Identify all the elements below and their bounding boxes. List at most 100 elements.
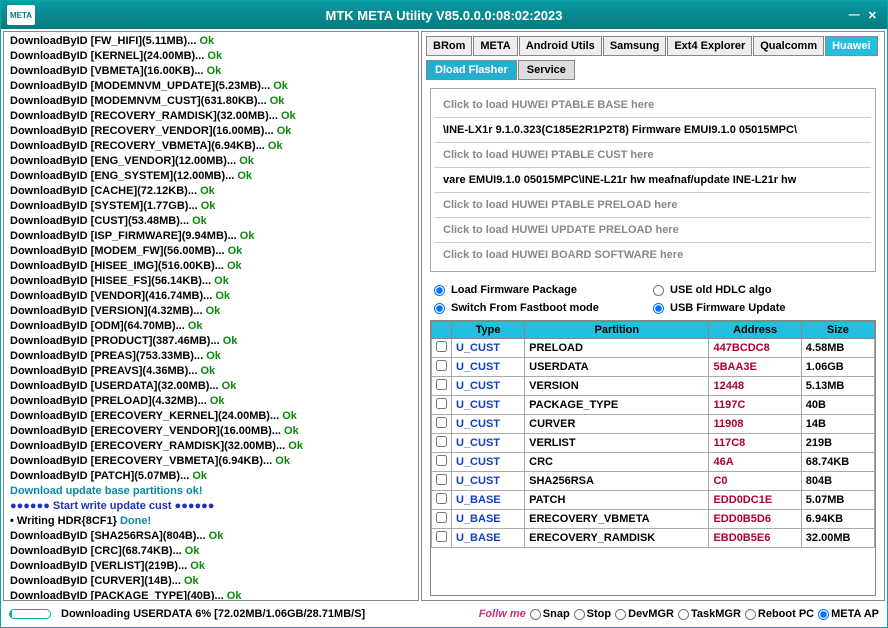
close-icon[interactable]: ✕ [868, 9, 877, 22]
footer-radio-devmgr[interactable]: DevMGR [615, 608, 674, 620]
tab-samsung[interactable]: Samsung [603, 36, 667, 56]
radio-usb-fw[interactable]: USB Firmware Update [653, 302, 872, 314]
cell-partition: SHA256RSA [525, 472, 709, 491]
log-line: DownloadByID [USERDATA](32.00MB)... Ok [10, 379, 412, 394]
log-panel[interactable]: DownloadByID [FW_HIFI](5.11MB)... OkDown… [3, 31, 419, 601]
row-checkbox[interactable] [436, 474, 447, 485]
log-line: DownloadByID [ISP_FIRMWARE](9.94MB)... O… [10, 229, 412, 244]
log-line: DownloadByID [VERLIST](219B)... Ok [10, 559, 412, 574]
table-row[interactable]: U_CUSTUSERDATA5BAA3E1.06GB [432, 358, 875, 377]
footer-radio-snap[interactable]: Snap [530, 608, 570, 620]
minimize-icon[interactable]: — [849, 9, 860, 22]
log-line: DownloadByID [VBMETA](16.00KB)... Ok [10, 64, 412, 79]
cell-partition: VERLIST [525, 434, 709, 453]
cell-size: 219B [801, 434, 874, 453]
radio-load-fw[interactable]: Load Firmware Package [434, 284, 653, 296]
cell-address: EDD0DC1E [709, 491, 801, 510]
tab-ext4-explorer[interactable]: Ext4 Explorer [667, 36, 752, 56]
row-checkbox[interactable] [436, 379, 447, 390]
col-check[interactable] [432, 322, 452, 339]
footer-radio-taskmgr[interactable]: TaskMGR [678, 608, 741, 620]
load-row[interactable]: \INE-LX1r 9.1.0.323(C185E2R1P2T8) Firmwa… [435, 117, 871, 142]
log-line: DownloadByID [ERECOVERY_RAMDISK](32.00MB… [10, 439, 412, 454]
table-row[interactable]: U_CUSTCURVER1190814B [432, 415, 875, 434]
load-panel: Click to load HUWEI PTABLE BASE here\INE… [430, 88, 876, 272]
tab-qualcomm[interactable]: Qualcomm [753, 36, 824, 56]
options-radios: Load Firmware Package USE old HDLC algo … [422, 276, 884, 318]
row-checkbox[interactable] [436, 455, 447, 466]
log-line: DownloadByID [MODEMNVM_UPDATE](5.23MB)..… [10, 79, 412, 94]
table-header: TypePartitionAddressSize [432, 322, 875, 339]
load-row[interactable]: Click to load HUWEI PTABLE PRELOAD here [435, 192, 871, 217]
cell-address: EDD0B5D6 [709, 510, 801, 529]
cell-address: 117C8 [709, 434, 801, 453]
subtab-dload-flasher[interactable]: Dload Flasher [426, 60, 517, 80]
load-row[interactable]: Click to load HUWEI BOARD SOFTWARE here [435, 242, 871, 267]
cell-type: U_CUST [452, 377, 525, 396]
table-row[interactable]: U_CUSTVERLIST117C8219B [432, 434, 875, 453]
tab-android-utils[interactable]: Android Utils [519, 36, 602, 56]
table-row[interactable]: U_CUSTPRELOAD447BCDC84.58MB [432, 339, 875, 358]
radio-switch-fb[interactable]: Switch From Fastboot mode [434, 302, 653, 314]
load-row[interactable]: Click to load HUWEI PTABLE BASE here [435, 93, 871, 117]
log-line: DownloadByID [ERECOVERY_VENDOR](16.00MB)… [10, 424, 412, 439]
row-checkbox[interactable] [436, 493, 447, 504]
cell-size: 68.74KB [801, 453, 874, 472]
log-line: DownloadByID [ODM](64.70MB)... Ok [10, 319, 412, 334]
log-line: DownloadByID [CUST](53.48MB)... Ok [10, 214, 412, 229]
col-Type[interactable]: Type [452, 322, 525, 339]
log-line: DownloadByID [SHA256RSA](804B)... Ok [10, 529, 412, 544]
log-line: DownloadByID [RECOVERY_VENDOR](16.00MB).… [10, 124, 412, 139]
table-row[interactable]: U_CUSTSHA256RSAC0804B [432, 472, 875, 491]
log-line: DownloadByID [PACKAGE_TYPE](40B)... Ok [10, 589, 412, 601]
row-checkbox[interactable] [436, 360, 447, 371]
status-text: Downloading USERDATA 6% [72.02MB/1.06GB/… [61, 608, 365, 620]
log-line: DownloadByID [PREAS](753.33MB)... Ok [10, 349, 412, 364]
row-checkbox[interactable] [436, 417, 447, 428]
tab-meta[interactable]: META [473, 36, 517, 56]
load-row[interactable]: vare EMUI9.1.0 05015MPC\INE-L21r hw meaf… [435, 167, 871, 192]
row-checkbox[interactable] [436, 531, 447, 542]
footer-radio-meta-ap[interactable]: META AP [818, 608, 879, 620]
footer-radio-stop[interactable]: Stop [574, 608, 611, 620]
tab-brom[interactable]: BRom [426, 36, 472, 56]
tab-huawei[interactable]: Huawei [825, 36, 878, 56]
sub-tabs: Dload FlasherService [422, 56, 884, 84]
row-checkbox[interactable] [436, 512, 447, 523]
cell-partition: CRC [525, 453, 709, 472]
follow-me-link[interactable]: Follw me [479, 608, 526, 620]
col-Size[interactable]: Size [801, 322, 874, 339]
row-checkbox[interactable] [436, 436, 447, 447]
app-logo-icon: META [7, 5, 35, 25]
table-row[interactable]: U_BASEERECOVERY_VBMETAEDD0B5D66.94KB [432, 510, 875, 529]
radio-use-hdlc[interactable]: USE old HDLC algo [653, 284, 872, 296]
log-line: DownloadByID [HISEE_IMG](516.00KB)... Ok [10, 259, 412, 274]
row-checkbox[interactable] [436, 398, 447, 409]
partition-table-wrap[interactable]: TypePartitionAddressSize U_CUSTPRELOAD44… [430, 320, 876, 596]
log-line: DownloadByID [ENG_SYSTEM](12.00MB)... Ok [10, 169, 412, 184]
cell-size: 804B [801, 472, 874, 491]
cell-size: 5.07MB [801, 491, 874, 510]
cell-address: 447BCDC8 [709, 339, 801, 358]
col-Partition[interactable]: Partition [525, 322, 709, 339]
table-row[interactable]: U_BASEERECOVERY_RAMDISKEBD0B5E632.00MB [432, 529, 875, 548]
table-row[interactable]: U_CUSTPACKAGE_TYPE1197C40B [432, 396, 875, 415]
cell-partition: PRELOAD [525, 339, 709, 358]
load-row[interactable]: Click to load HUWEI UPDATE PRELOAD here [435, 217, 871, 242]
table-row[interactable]: U_BASEPATCHEDD0DC1E5.07MB [432, 491, 875, 510]
cell-type: U_BASE [452, 491, 525, 510]
cell-size: 6.94KB [801, 510, 874, 529]
cell-type: U_CUST [452, 415, 525, 434]
footer-radio-reboot-pc[interactable]: Reboot PC [745, 608, 814, 620]
cell-type: U_BASE [452, 529, 525, 548]
cell-address: 12448 [709, 377, 801, 396]
log-line: ●●●●●● Start write update cust ●●●●●● [10, 499, 412, 514]
cell-size: 1.06GB [801, 358, 874, 377]
table-row[interactable]: U_CUSTCRC46A68.74KB [432, 453, 875, 472]
row-checkbox[interactable] [436, 341, 447, 352]
table-row[interactable]: U_CUSTVERSION124485.13MB [432, 377, 875, 396]
col-Address[interactable]: Address [709, 322, 801, 339]
cell-partition: ERECOVERY_RAMDISK [525, 529, 709, 548]
load-row[interactable]: Click to load HUWEI PTABLE CUST here [435, 142, 871, 167]
subtab-service[interactable]: Service [518, 60, 575, 80]
